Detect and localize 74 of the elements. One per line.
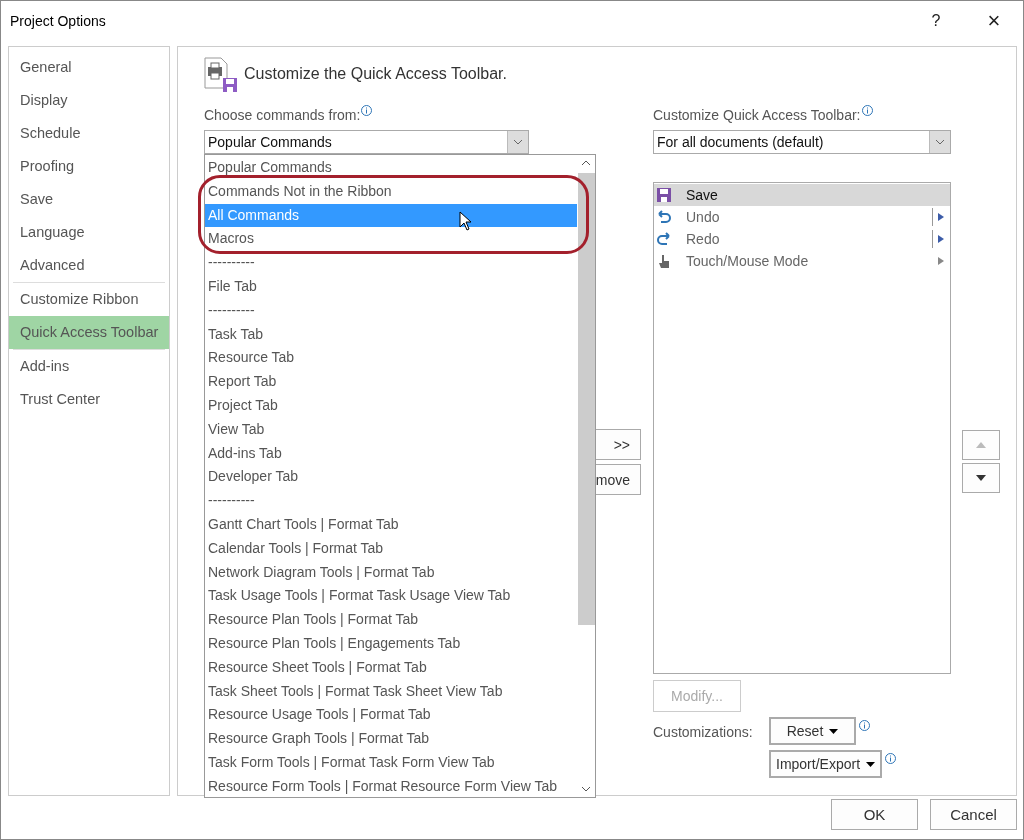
reset-button[interactable]: Reset <box>769 717 856 745</box>
window-title: Project Options <box>10 13 106 29</box>
info-icon <box>861 105 873 116</box>
printer-document-icon <box>204 57 238 93</box>
field-label: Choose commands from: <box>204 107 529 127</box>
dropdown-option[interactable]: Resource Sheet Tools | Format Tab <box>205 655 577 680</box>
scroll-up-icon[interactable] <box>581 159 591 167</box>
dropdown-option[interactable]: Task Sheet Tools | Format Task Sheet View Tab <box>205 679 577 704</box>
dropdown-option[interactable]: Resource Graph Tools | Format Tab <box>205 727 577 751</box>
submenu-arrow-icon[interactable] <box>938 213 944 221</box>
toolbar-list-item[interactable]: Save <box>654 184 950 206</box>
info-icon <box>885 753 897 764</box>
dropdown-option[interactable]: Resource Plan Tools | Engagements Tab <box>205 631 577 656</box>
sidebar-item[interactable]: General <box>9 51 169 84</box>
sidebar-item[interactable]: Display <box>9 84 169 117</box>
sidebar-item[interactable]: Customize Ribbon <box>9 283 169 316</box>
dropdown-option[interactable]: Task Usage Tools | Format Task Usage View Tab <box>205 584 577 609</box>
toolbar-list-item[interactable]: Touch/Mouse Mode <box>654 250 950 272</box>
dropdown-option[interactable]: Add-ins Tab <box>205 441 577 466</box>
dropdown-option[interactable]: Network Diagram Tools | Format Tab <box>205 560 577 585</box>
dropdown-option[interactable]: View Tab <box>205 417 577 442</box>
dropdown-option[interactable]: Developer Tab <box>205 465 577 490</box>
scroll-down-icon[interactable] <box>581 785 591 793</box>
dropdown-option[interactable]: Resource Tab <box>205 346 577 371</box>
info-icon <box>361 105 373 116</box>
triangle-down-icon <box>976 475 986 481</box>
submenu-arrow-icon[interactable] <box>938 257 944 265</box>
sidebar-item[interactable]: Trust Center <box>9 383 169 416</box>
sidebar-item[interactable]: Advanced <box>9 249 169 282</box>
mouse-pointer-icon <box>459 211 473 231</box>
sidebar-item[interactable]: Language <box>9 216 169 249</box>
toolbar-list-item[interactable]: Undo <box>654 206 950 228</box>
ok-button[interactable]: OK <box>831 799 918 830</box>
dropdown-option[interactable]: Gantt Chart Tools | Format Tab <box>205 512 577 537</box>
dropdown-option[interactable]: Resource Plan Tools | Format Tab <box>205 608 577 632</box>
caret-icon <box>866 761 876 767</box>
dropdown-option[interactable]: File Tab <box>205 275 577 299</box>
redo-arrow-icon <box>656 231 672 247</box>
sidebar-item[interactable]: Save <box>9 183 169 216</box>
dropdown-option[interactable]: Resource Form Tools | Format Resource Form View Tab <box>205 774 577 799</box>
pointing-hand-icon <box>656 253 672 269</box>
sidebar-item[interactable]: Add-ins <box>9 350 169 383</box>
dropdown-option[interactable]: Calendar Tools | Format Tab <box>205 536 577 561</box>
triangle-up-icon <box>976 442 986 448</box>
sidebar-item[interactable]: Quick Access Toolbar <box>9 316 169 349</box>
close-button[interactable]: × <box>965 2 1023 40</box>
dropdown-option[interactable]: ---------- <box>205 251 577 275</box>
dropdown-option[interactable]: Report Tab <box>205 370 577 394</box>
dropdown-option[interactable]: Task Form Tools | Format Task Form View Tab <box>205 750 577 775</box>
help-button[interactable]: ? <box>907 2 965 40</box>
caret-icon <box>829 728 839 734</box>
customizations-label: Customizations: <box>653 723 754 742</box>
dropdown-option[interactable]: Commands Not in the Ribbon <box>205 179 577 204</box>
sidebar-item[interactable]: Schedule <box>9 117 169 150</box>
submenu-arrow-icon[interactable] <box>938 235 944 243</box>
chevron-down-icon <box>513 139 523 145</box>
dropdown-option[interactable]: Project Tab <box>205 393 577 418</box>
import-export-button[interactable]: Import/Export <box>769 750 883 778</box>
scope-dropdown[interactable]: For all documents (default) <box>653 130 951 154</box>
dropdown-option[interactable]: ---------- <box>205 489 577 513</box>
move-down-button[interactable] <box>962 463 1000 493</box>
undo-arrow-icon <box>656 209 672 225</box>
sidebar-item[interactable]: Proofing <box>9 150 169 183</box>
dropdown-option[interactable]: Task Tab <box>205 322 577 347</box>
commands-dropdown[interactable]: Popular Commands <box>204 130 529 154</box>
cancel-button[interactable]: Cancel <box>930 799 1017 830</box>
dropdown-option[interactable]: ---------- <box>205 298 577 323</box>
dropdown-option[interactable]: Resource Usage Tools | Format Tab <box>205 703 577 728</box>
info-icon <box>859 720 870 731</box>
section-heading: Customize the Quick Access Toolbar. <box>244 65 507 84</box>
field-label: Customize Quick Access Toolbar: <box>653 107 951 127</box>
dropdown-option[interactable]: Popular Commands <box>205 156 577 180</box>
toolbar-list-item[interactable]: Redo <box>654 228 950 250</box>
chevron-down-icon <box>935 139 945 145</box>
